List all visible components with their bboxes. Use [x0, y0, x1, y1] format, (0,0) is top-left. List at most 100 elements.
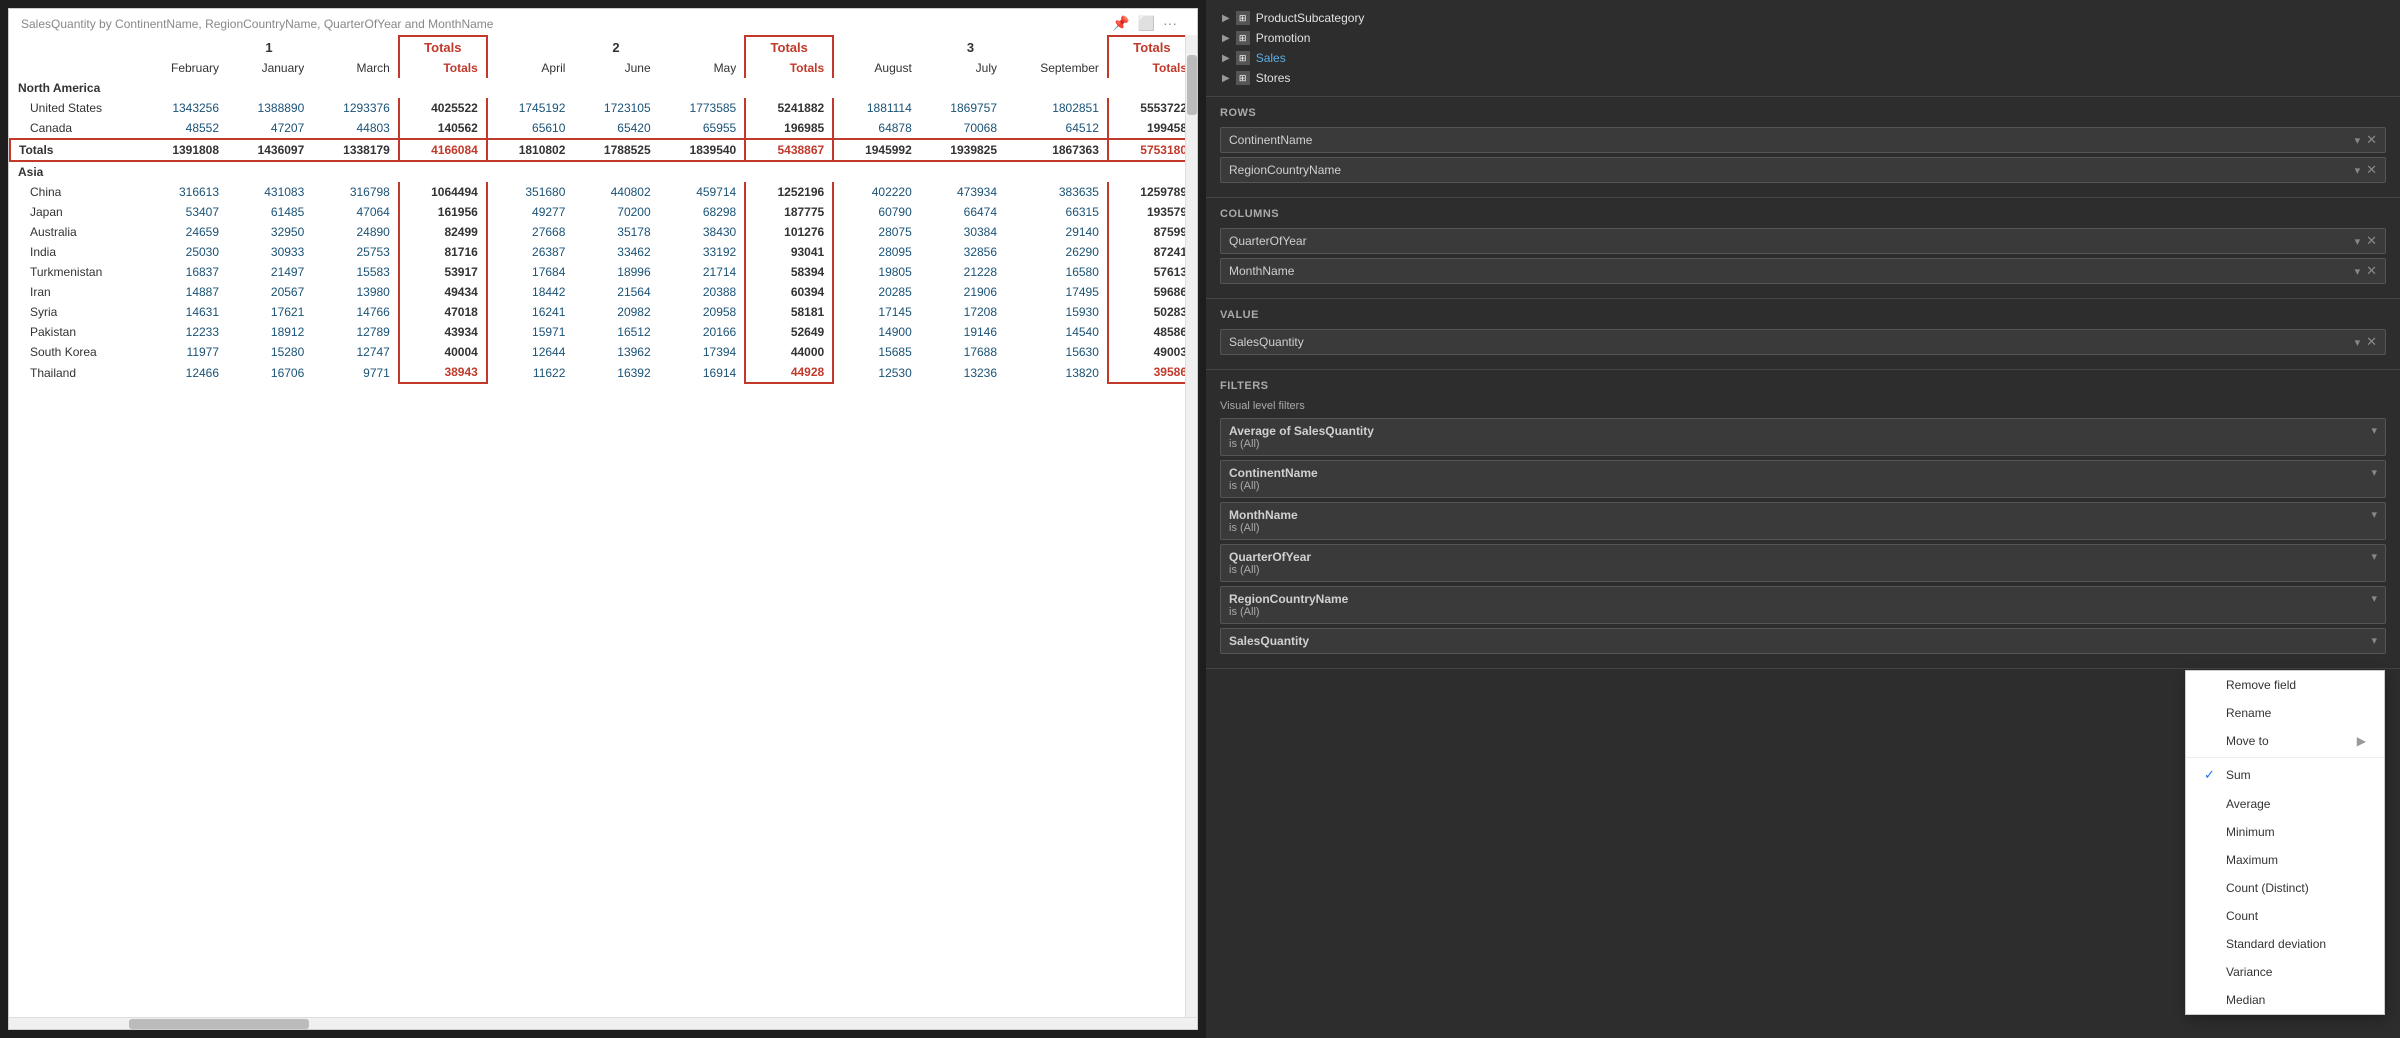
table-row: Canada 48552 47207 44803 140562 65610 65…	[10, 118, 1196, 139]
dropdown-arrow-icon[interactable]: ▾	[2355, 164, 2361, 177]
us-feb: 1343256	[140, 98, 227, 118]
menu-rename[interactable]: Rename	[2186, 699, 2384, 727]
col-quarter-slot[interactable]: QuarterOfYear ▾ ✕	[1220, 228, 2386, 254]
vertical-scrollbar-thumb[interactable]	[1187, 55, 1197, 115]
rows-country-slot[interactable]: RegionCountryName ▾ ✕	[1220, 157, 2386, 183]
filters-section: FILTERS Visual level filters ▾ Average o…	[1206, 370, 2400, 669]
rows-label: Rows	[1220, 107, 2386, 119]
rows-continent-slot[interactable]: ContinentName ▾ ✕	[1220, 127, 2386, 153]
filter-salesqty[interactable]: ▾ SalesQuantity	[1220, 628, 2386, 654]
matrix-area: SalesQuantity by ContinentName, RegionCo…	[8, 8, 1198, 1030]
filter-expand-icon[interactable]: ▾	[2371, 592, 2377, 605]
expand-icon[interactable]: ⬜	[1138, 15, 1155, 32]
expand-arrow-icon: ▶	[1222, 13, 1230, 24]
table-row: United States 1343256 1388890 1293376 40…	[10, 98, 1196, 118]
filter-expand-icon[interactable]: ▾	[2371, 634, 2377, 647]
value-salesqty-slot[interactable]: SalesQuantity ▾ ✕ Remove field Rename	[1220, 329, 2386, 355]
remove-continent-icon[interactable]: ✕	[2366, 132, 2377, 148]
dropdown-arrow-icon[interactable]: ▾	[2355, 265, 2361, 278]
us-mar: 1293376	[312, 98, 399, 118]
dropdown-arrow-icon[interactable]: ▾	[2355, 336, 2361, 349]
filter-avg-salesqty[interactable]: ▾ Average of SalesQuantity is (All)	[1220, 418, 2386, 456]
field-label-sales: Sales	[1256, 51, 1286, 65]
menu-variance[interactable]: Variance	[2186, 958, 2384, 986]
menu-median[interactable]: Median	[2186, 986, 2384, 1014]
menu-stddev[interactable]: Standard deviation	[2186, 930, 2384, 958]
filter-continent[interactable]: ▾ ContinentName is (All)	[1220, 460, 2386, 498]
menu-maximum[interactable]: Maximum	[2186, 846, 2384, 874]
horizontal-scrollbar[interactable]	[9, 1017, 1197, 1029]
filter-expand-icon[interactable]: ▾	[2371, 508, 2377, 521]
country-col-header	[10, 58, 140, 78]
remove-quarter-icon[interactable]: ✕	[2366, 233, 2377, 249]
columns-section: Columns QuarterOfYear ▾ ✕ MonthName ▾ ✕	[1206, 198, 2400, 299]
menu-stddev-label: Standard deviation	[2226, 937, 2326, 951]
menu-average[interactable]: Average	[2186, 790, 2384, 818]
na-t-q1t: 4166084	[399, 139, 487, 161]
dropdown-arrow-icon[interactable]: ▾	[2355, 134, 2361, 147]
ca-apr: 65610	[487, 118, 574, 139]
filter-expand-icon[interactable]: ▾	[2371, 466, 2377, 479]
table-icon: ⊞	[1236, 31, 1250, 45]
ca-q3t: 199458	[1108, 118, 1196, 139]
menu-count-distinct[interactable]: Count (Distinct)	[2186, 874, 2384, 902]
value-label: Value	[1220, 309, 2386, 321]
filter-regioncountry[interactable]: ▾ RegionCountryName is (All)	[1220, 586, 2386, 624]
menu-count-distinct-label: Count (Distinct)	[2226, 881, 2309, 895]
rows-continent-label: ContinentName	[1229, 133, 1312, 147]
country-australia: Australia	[10, 222, 140, 242]
horizontal-scrollbar-thumb[interactable]	[129, 1019, 309, 1029]
country-us: United States	[10, 98, 140, 118]
filter-continent-value: is (All)	[1229, 480, 2377, 492]
menu-minimum[interactable]: Minimum	[2186, 818, 2384, 846]
us-sep: 1802851	[1005, 98, 1108, 118]
menu-minimum-label: Minimum	[2226, 825, 2275, 839]
country-china: China	[10, 182, 140, 202]
ca-jan: 47207	[227, 118, 312, 139]
menu-count[interactable]: Count	[2186, 902, 2384, 930]
q1-totals-header: Totals	[399, 36, 487, 58]
columns-label: Columns	[1220, 208, 2386, 220]
us-q1t: 4025522	[399, 98, 487, 118]
sep-header: September	[1005, 58, 1108, 78]
more-icon[interactable]: ···	[1163, 15, 1177, 32]
field-item-promotion[interactable]: ▶ ⊞ Promotion	[1218, 28, 2388, 48]
field-label-stores: Stores	[1256, 71, 1291, 85]
filter-avg-value: is (All)	[1229, 438, 2377, 450]
remove-country-icon[interactable]: ✕	[2366, 162, 2377, 178]
field-item-productsubcategory[interactable]: ▶ ⊞ ProductSubcategory	[1218, 8, 2388, 28]
na-totals-row: Totals 1391808 1436097 1338179 4166084 1…	[10, 139, 1196, 161]
country-japan: Japan	[10, 202, 140, 222]
menu-divider	[2186, 757, 2384, 758]
q1t-col-header: Totals	[399, 58, 487, 78]
jun-header: June	[573, 58, 658, 78]
table-row: Australia 24659 32950 24890 82499 27668 …	[10, 222, 1196, 242]
menu-sum-label: Sum	[2226, 768, 2251, 782]
field-item-sales[interactable]: ▶ ⊞ Sales	[1218, 48, 2388, 68]
ca-may: 65955	[659, 118, 746, 139]
ca-q2t: 196985	[745, 118, 833, 139]
col-month-slot[interactable]: MonthName ▾ ✕	[1220, 258, 2386, 284]
viz-settings: Rows ContinentName ▾ ✕ RegionCountryName…	[1206, 97, 2400, 1038]
matrix-scroll-area[interactable]: 1 Totals 2 Totals 3 Totals February Janu…	[9, 35, 1197, 1017]
table-row: India 25030 30933 25753 81716 26387 3346…	[10, 242, 1196, 262]
filter-expand-icon[interactable]: ▾	[2371, 424, 2377, 437]
field-item-stores[interactable]: ▶ ⊞ Stores	[1218, 68, 2388, 88]
filter-expand-icon[interactable]: ▾	[2371, 550, 2377, 563]
menu-remove-field[interactable]: Remove field	[2186, 671, 2384, 699]
filter-monthname[interactable]: ▾ MonthName is (All)	[1220, 502, 2386, 540]
pin-icon[interactable]: 📌	[1112, 15, 1129, 32]
menu-variance-label: Variance	[2226, 965, 2272, 979]
remove-month-icon[interactable]: ✕	[2366, 263, 2377, 279]
menu-sum[interactable]: ✓ Sum	[2186, 760, 2384, 790]
menu-move-to[interactable]: Move to ▶	[2186, 727, 2384, 755]
dropdown-arrow-icon[interactable]: ▾	[2355, 235, 2361, 248]
table-icon: ⊞	[1236, 51, 1250, 65]
ca-feb: 48552	[140, 118, 227, 139]
remove-salesqty-icon[interactable]: ✕	[2366, 334, 2377, 350]
ca-aug: 64878	[833, 118, 920, 139]
table-row: Japan 53407 61485 47064 161956 49277 702…	[10, 202, 1196, 222]
vertical-scrollbar[interactable]	[1185, 35, 1197, 1017]
table-row: Iran 14887 20567 13980 49434 18442 21564…	[10, 282, 1196, 302]
filter-quarterofyear[interactable]: ▾ QuarterOfYear is (All)	[1220, 544, 2386, 582]
